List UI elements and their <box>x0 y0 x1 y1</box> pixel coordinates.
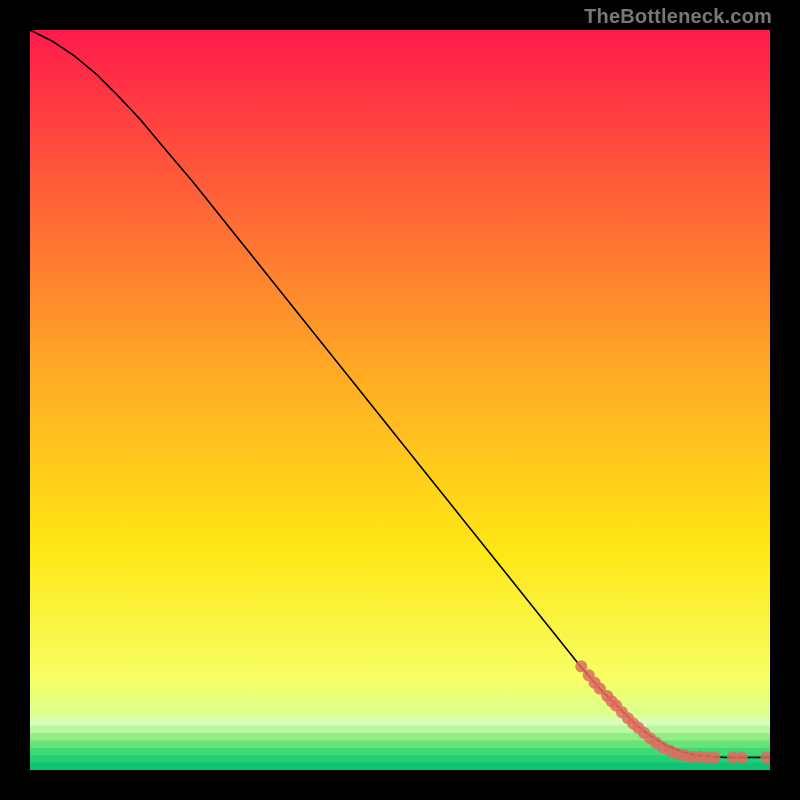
watermark-text: TheBottleneck.com <box>584 6 772 29</box>
chart-plot <box>30 30 770 770</box>
chart-frame: TheBottleneck.com <box>0 0 800 800</box>
plot-background <box>30 30 770 770</box>
